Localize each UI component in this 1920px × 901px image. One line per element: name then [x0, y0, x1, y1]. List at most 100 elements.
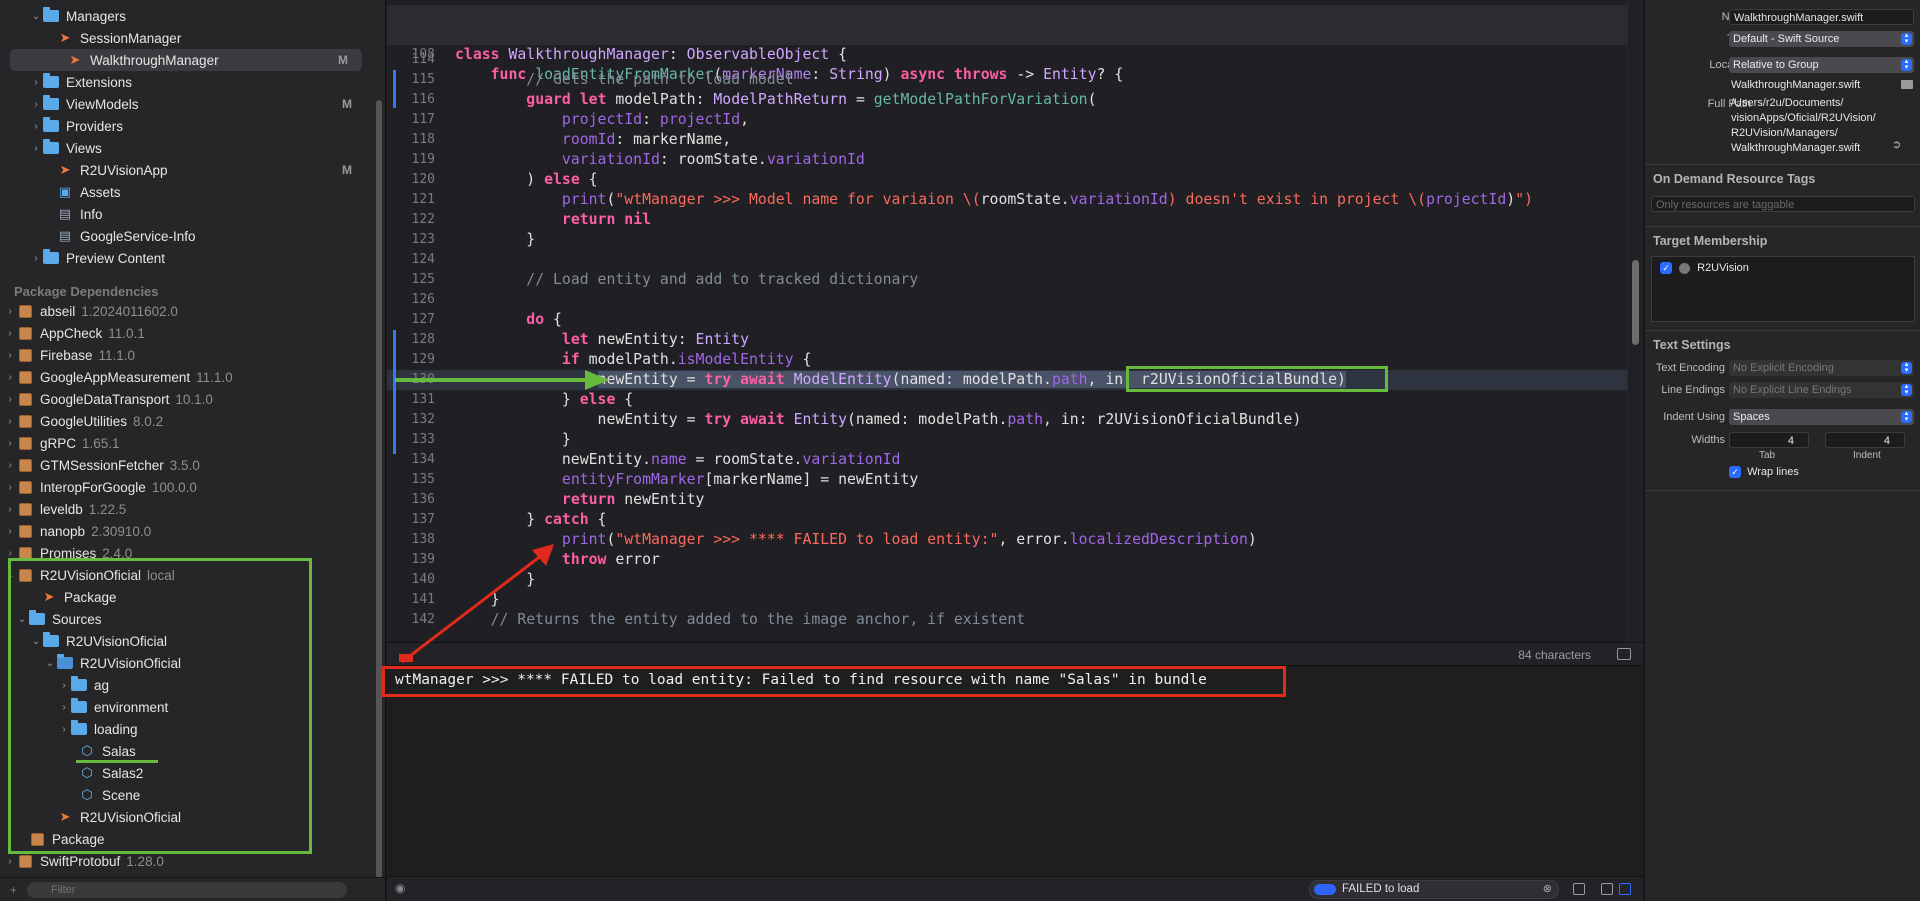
navigator-row[interactable]: › gRPC 1.65.1 [0, 432, 366, 454]
split-right-icon[interactable] [1619, 883, 1631, 895]
navigator-row[interactable]: ➤ WalkthroughManager M [10, 49, 362, 71]
navigator-row[interactable]: › InteropForGoogle 100.0.0 [0, 476, 366, 498]
navigator-row[interactable]: › GoogleAppMeasurement 11.1.0 [0, 366, 366, 388]
wrap-lines-row[interactable]: ✓ Wrap lines [1729, 466, 1799, 479]
code-line[interactable]: 118 roomId: markerName, [387, 130, 1643, 150]
disclosure-chevron-icon[interactable]: › [4, 526, 16, 537]
navigator-row[interactable]: › abseil 1.2024011602.0 [0, 300, 366, 322]
disclosure-chevron-icon[interactable]: › [4, 372, 16, 383]
navigator-row[interactable]: › GTMSessionFetcher 3.5.0 [0, 454, 366, 476]
text-encoding-popup[interactable]: No Explicit Encoding ▴ ▾ [1729, 360, 1914, 376]
code-line[interactable]: 119 variationId: roomState.variationId [387, 150, 1643, 170]
navigator-row[interactable]: › ViewModels M [0, 93, 366, 115]
navigator-row[interactable]: ▣ Assets [0, 181, 366, 203]
target-checkbox[interactable]: ✓ [1660, 262, 1672, 275]
navigator-row[interactable]: › GoogleUtilities 8.0.2 [0, 410, 366, 432]
navigator-row[interactable]: › Extensions [0, 71, 366, 93]
navigator-row[interactable]: › AppCheck 11.0.1 [0, 322, 366, 344]
line-endings-popup[interactable]: No Explicit Line Endings ▴ ▾ [1729, 382, 1914, 398]
reveal-in-finder-icon[interactable]: ➲ [1892, 138, 1901, 151]
disclosure-chevron-icon[interactable]: › [30, 143, 42, 154]
add-icon[interactable]: + [10, 883, 17, 897]
code-line[interactable]: 140 } [387, 570, 1643, 590]
code-line[interactable]: 128 let newEntity: Entity [387, 330, 1643, 350]
code-line[interactable]: 131 } else { [387, 390, 1643, 410]
resource-tags-field[interactable]: Only resources are taggable [1651, 196, 1915, 212]
disclosure-chevron-icon[interactable]: › [4, 482, 16, 493]
source-editor[interactable]: 13 class WalkthroughManager: ObservableO… [387, 0, 1643, 648]
navigator-row[interactable]: › GoogleDataTransport 10.1.0 [0, 388, 366, 410]
code-line[interactable]: 123 } [387, 230, 1643, 250]
trash-icon[interactable] [1573, 883, 1585, 895]
target-row[interactable]: ✓ R2UVision [1660, 262, 1749, 275]
eye-icon[interactable]: ◉ [395, 881, 405, 895]
code-line[interactable]: 139 throw error [387, 550, 1643, 570]
navigator-row[interactable]: ➤ R2UVisionApp M [0, 159, 366, 181]
disclosure-chevron-icon[interactable]: › [30, 99, 42, 110]
disclosure-chevron-icon[interactable]: ⌄ [30, 11, 42, 22]
indent-width-field[interactable]: 4 [1825, 432, 1905, 448]
navigator-row[interactable]: ⌄ Managers [0, 5, 366, 27]
disclosure-chevron-icon[interactable]: › [4, 394, 16, 405]
code-line[interactable]: 127 do { [387, 310, 1643, 330]
disclosure-chevron-icon[interactable]: › [4, 306, 16, 317]
disclosure-chevron-icon[interactable]: › [4, 438, 16, 449]
code-line[interactable]: 114 [387, 50, 1643, 70]
debug-console[interactable]: wtManager >>> **** FAILED to load entity… [387, 666, 1643, 876]
code-line[interactable]: 133 } [387, 430, 1643, 450]
code-line[interactable]: 137 } catch { [387, 510, 1643, 530]
disclosure-chevron-icon[interactable]: › [4, 856, 16, 867]
code-line[interactable]: 116 guard let modelPath: ModelPathReturn… [387, 90, 1643, 110]
disclosure-chevron-icon[interactable]: › [4, 350, 16, 361]
code-line[interactable]: 134 newEntity.name = roomState.variation… [387, 450, 1643, 470]
code-line[interactable]: 129 if modelPath.isModelEntity { [387, 350, 1643, 370]
code-line[interactable]: 117 projectId: projectId, [387, 110, 1643, 130]
navigator-scrollbar[interactable] [376, 100, 382, 880]
code-line[interactable]: 138 print("wtManager >>> **** FAILED to … [387, 530, 1643, 550]
clear-filter-icon[interactable]: ⊗ [1543, 881, 1552, 898]
disclosure-chevron-icon[interactable]: › [4, 504, 16, 515]
code-line[interactable]: 132 newEntity = try await Entity(named: … [387, 410, 1643, 430]
file-name-field[interactable]: WalkthroughManager.swift [1729, 9, 1914, 25]
disclosure-chevron-icon[interactable]: › [4, 460, 16, 471]
wrap-lines-checkbox[interactable]: ✓ [1729, 466, 1741, 479]
console-filter-field[interactable]: FAILED to load ⊗ [1309, 880, 1559, 899]
navigator-row[interactable]: › Firebase 11.1.0 [0, 344, 366, 366]
tab-width-field[interactable]: 4 [1729, 432, 1809, 448]
filter-scope-icon[interactable] [1314, 884, 1336, 895]
disclosure-chevron-icon[interactable]: › [30, 253, 42, 264]
code-line[interactable]: 136 return newEntity [387, 490, 1643, 510]
code-line[interactable]: 135 entityFromMarker[markerName] = newEn… [387, 470, 1643, 490]
navigator-row[interactable]: ▤ Info [0, 203, 366, 225]
code-line[interactable]: 120 ) else { [387, 170, 1643, 190]
code-line[interactable]: 122 return nil [387, 210, 1643, 230]
disclosure-chevron-icon[interactable]: › [4, 416, 16, 427]
code-line[interactable]: 141 } [387, 590, 1643, 610]
disclosure-chevron-icon[interactable]: › [30, 77, 42, 88]
split-left-icon[interactable] [1601, 883, 1613, 895]
navigator-row[interactable]: ▤ GoogleService-Info [0, 225, 366, 247]
code-line[interactable]: 125 // Load entity and add to tracked di… [387, 270, 1643, 290]
navigator-row[interactable]: › leveldb 1.22.5 [0, 498, 366, 520]
folder-icon[interactable] [1901, 80, 1913, 89]
navigator-row[interactable]: › Views [0, 137, 366, 159]
code-line[interactable]: 124 [387, 250, 1643, 270]
navigator-row[interactable]: › nanopb 2.30910.0 [0, 520, 366, 542]
navigator-row[interactable]: ➤ SessionManager [0, 27, 366, 49]
disclosure-chevron-icon[interactable]: › [30, 121, 42, 132]
navigator-filter-input[interactable] [27, 881, 348, 898]
console-toggle-icon[interactable] [1617, 648, 1631, 660]
location-popup[interactable]: Relative to Group ▴ ▾ [1729, 57, 1914, 73]
code-line[interactable]: 121 print("wtManager >>> Model name for … [387, 190, 1643, 210]
folder-icon [42, 95, 60, 111]
code-line[interactable]: 142 // Returns the entity added to the i… [387, 610, 1643, 630]
disclosure-chevron-icon[interactable]: › [4, 548, 16, 559]
indent-using-popup[interactable]: Spaces ▴ ▾ [1729, 409, 1914, 425]
navigator-row[interactable]: › Preview Content [0, 247, 366, 269]
disclosure-chevron-icon[interactable]: › [4, 328, 16, 339]
navigator-row[interactable]: › Providers [0, 115, 366, 137]
file-type-popup[interactable]: Default - Swift Source ▴ ▾ [1729, 31, 1914, 47]
code-line[interactable]: 115 // Gets the path to load model [387, 70, 1643, 90]
editor-scrollbar[interactable] [1632, 260, 1639, 345]
code-line[interactable]: 126 [387, 290, 1643, 310]
